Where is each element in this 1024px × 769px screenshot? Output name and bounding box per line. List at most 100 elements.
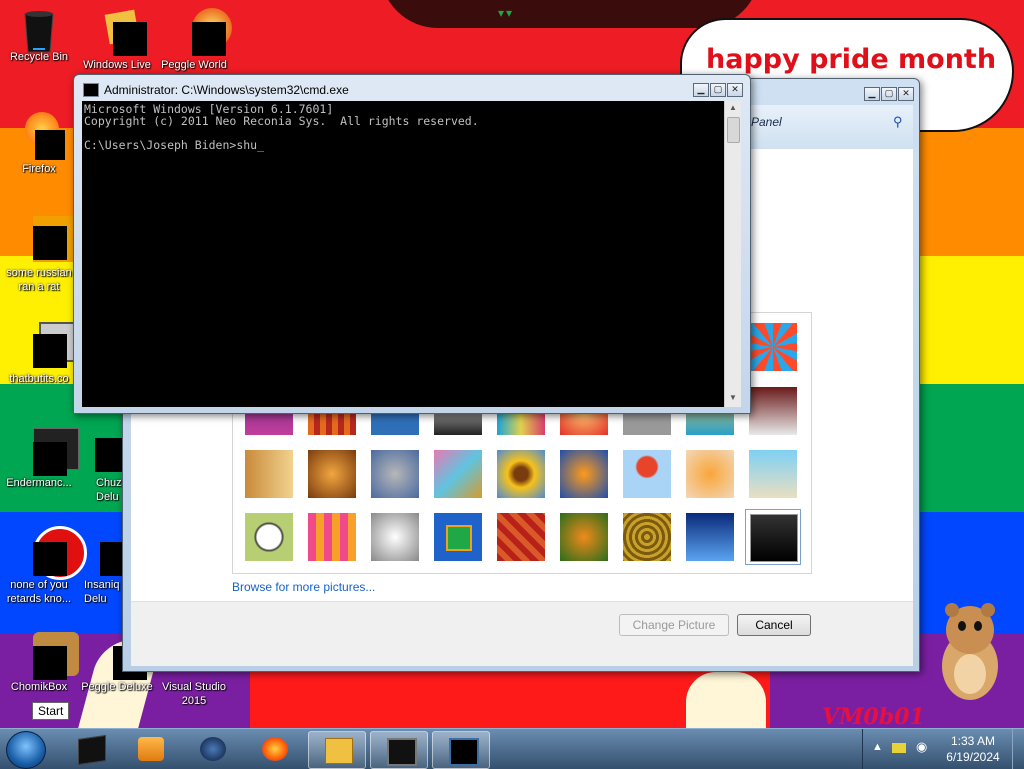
cmd-window: Administrator: C:\Windows\system32\cmd.e… xyxy=(73,74,751,414)
desktop-icon-endermanch[interactable]: Endermanc... xyxy=(0,428,80,490)
change-picture-button[interactable]: Change Picture xyxy=(619,614,729,636)
desktop-icon-label: Peggle World xyxy=(161,59,227,71)
wallpaper-signature: VM0b01 xyxy=(822,704,925,728)
picture-tile[interactable] xyxy=(371,450,419,498)
cmd-icon xyxy=(449,738,479,766)
picture-tile[interactable] xyxy=(560,450,608,498)
desktop-icon-recycle-bin[interactable]: Recycle Bin xyxy=(0,8,80,64)
desktop-icon-label: Firefox xyxy=(22,163,56,175)
search-icon[interactable]: ⚲ xyxy=(893,114,903,130)
chomikbox-icon xyxy=(19,632,79,680)
picture-tile[interactable] xyxy=(623,513,671,561)
console-prompt-line: C:\Users\Joseph Biden>shu_ xyxy=(84,138,265,152)
picture-tile[interactable] xyxy=(434,450,482,498)
minimize-button[interactable]: ▁ xyxy=(693,83,709,97)
cancel-button[interactable]: Cancel xyxy=(737,614,811,636)
desktop-icon-label: Windows Live xyxy=(83,59,151,71)
cmd-icon xyxy=(83,83,99,97)
picture-tile[interactable] xyxy=(686,450,734,498)
firefox-icon xyxy=(19,112,65,160)
globe-icon xyxy=(200,737,226,761)
wallpaper-eyes: ▾▾ xyxy=(498,6,515,20)
clock[interactable]: 1:33 AM 6/19/2024 xyxy=(938,733,1008,765)
desktop-icon-label: Endermanc... xyxy=(6,477,72,489)
desktop-icon-chomikbox[interactable]: ChomikBox xyxy=(0,632,80,694)
taskbar-app-3[interactable] xyxy=(184,731,240,767)
clock-time: 1:33 AM xyxy=(950,734,996,748)
desktop-icon-firefox[interactable]: Firefox xyxy=(0,112,80,176)
peggle-world-icon xyxy=(174,8,232,56)
taskbar-firefox[interactable] xyxy=(246,731,302,767)
desktop-icon-none-of-you[interactable]: none of you retards kno... xyxy=(0,526,87,606)
window-caption-buttons: ▁ ▢ ✕ xyxy=(692,79,743,97)
taskbar-media-player[interactable] xyxy=(122,731,178,767)
picture-tile-selected[interactable] xyxy=(745,509,801,565)
none-of-you-icon xyxy=(19,526,87,580)
maximize-button[interactable]: ▢ xyxy=(881,87,897,101)
windows-live-icon xyxy=(97,8,147,56)
picture-tile[interactable] xyxy=(749,450,797,498)
scrollbar-thumb[interactable] xyxy=(727,117,740,143)
desktop-icon-label: Visual Studio 2015 xyxy=(161,681,226,707)
picture-tile[interactable] xyxy=(749,387,797,435)
recycle-bin-icon xyxy=(19,8,59,53)
endermanch-icon xyxy=(19,428,79,476)
window-caption-buttons: ▁ ▢ ✕ xyxy=(863,83,914,101)
app-window-icon xyxy=(387,738,417,766)
app-icon xyxy=(78,735,106,765)
taskbar-app-6[interactable] xyxy=(370,731,428,769)
start-button[interactable] xyxy=(6,731,46,769)
breadcrumb[interactable]: Panel xyxy=(751,115,782,129)
taskbar: ▲ ◉ 1:33 AM 6/19/2024 xyxy=(0,728,1024,769)
desktop-icon-label: Peggle Deluxe xyxy=(81,681,153,693)
picture-tile[interactable] xyxy=(497,450,545,498)
desktop-icon-some-russian[interactable]: some russian ran a rat xyxy=(0,216,80,294)
close-button[interactable]: ✕ xyxy=(727,83,743,97)
desktop-icon-label: some russian ran a rat xyxy=(6,267,72,293)
flag-icon[interactable] xyxy=(892,743,906,753)
insaniq-icon xyxy=(86,526,134,576)
firefox-icon xyxy=(262,737,288,761)
picture-tile[interactable] xyxy=(245,450,293,498)
desktop-icon-windows-live[interactable]: Windows Live xyxy=(76,8,158,72)
clock-date: 6/19/2024 xyxy=(946,750,1000,764)
vertical-scrollbar[interactable]: ▲ ▼ xyxy=(724,101,741,407)
picture-tile[interactable] xyxy=(497,513,545,561)
console-line: Copyright (c) 2011 Neo Reconia Sys. All … xyxy=(84,114,479,128)
window-title: Administrator: C:\Windows\system32\cmd.e… xyxy=(104,83,349,97)
desktop-icon-label: ChomikBox xyxy=(10,681,68,693)
wallpaper-cream-shape xyxy=(686,672,766,728)
start-tooltip: Start xyxy=(32,702,70,720)
browse-more-pictures-link[interactable]: Browse for more pictures... xyxy=(232,580,375,594)
shortcut-icon xyxy=(19,322,79,368)
banner-text: happy pride month xyxy=(706,44,997,75)
picture-tile[interactable] xyxy=(623,450,671,498)
picture-tile[interactable] xyxy=(308,513,356,561)
show-desktop-button[interactable] xyxy=(1012,729,1024,769)
picture-tile[interactable] xyxy=(371,513,419,561)
desktop-icon-label: none of you retards kno... xyxy=(6,579,72,605)
picture-tile[interactable] xyxy=(434,513,482,561)
scroll-down-icon[interactable]: ▼ xyxy=(727,393,739,403)
picture-tile[interactable] xyxy=(686,513,734,561)
rat-app-icon xyxy=(19,216,79,262)
maximize-button[interactable]: ▢ xyxy=(710,83,726,97)
taskbar-app-1[interactable] xyxy=(62,731,118,767)
scroll-up-icon[interactable]: ▲ xyxy=(727,103,739,113)
show-hidden-icons[interactable]: ▲ xyxy=(872,741,883,753)
taskbar-cmd[interactable] xyxy=(432,731,490,769)
desktop-icon-thatbutits[interactable]: thatbutits.co xyxy=(0,322,80,386)
close-button[interactable]: ✕ xyxy=(898,87,914,101)
taskbar-explorer[interactable] xyxy=(308,731,366,769)
network-icon[interactable]: ◉ xyxy=(916,739,927,755)
console-output[interactable]: Microsoft Windows [Version 6.1.7601] Copy… xyxy=(82,101,724,407)
minimize-button[interactable]: ▁ xyxy=(864,87,880,101)
picture-tile[interactable] xyxy=(245,513,293,561)
folder-icon xyxy=(325,738,353,764)
picture-tile[interactable] xyxy=(560,513,608,561)
tray-divider xyxy=(862,729,863,769)
desktop-icon-peggle-world[interactable]: Peggle World xyxy=(153,8,235,72)
picture-tile[interactable] xyxy=(308,450,356,498)
hamster-image xyxy=(942,603,998,700)
picture-tile[interactable] xyxy=(749,323,797,371)
